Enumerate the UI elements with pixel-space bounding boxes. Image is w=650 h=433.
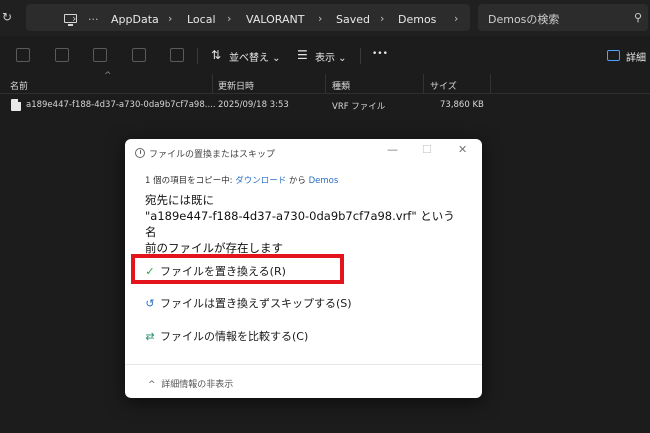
compare-file-option[interactable]: ⇄ ファイルの情報を比較する(C) xyxy=(143,328,308,344)
delete-icon[interactable] xyxy=(170,48,184,62)
column-divider[interactable] xyxy=(212,74,213,94)
share-icon[interactable] xyxy=(132,48,146,62)
sort-button[interactable]: 並べ替え ⌄ xyxy=(229,49,281,64)
column-divider[interactable] xyxy=(423,74,424,94)
copy-status: 1 個の項目をコピー中: ダウンロード から Demos xyxy=(145,174,338,186)
skip-option-label: ファイルは置き換えずスキップする(S) xyxy=(160,297,352,310)
view-button[interactable]: 表示 ⌄ xyxy=(315,49,347,64)
compare-icon: ⇄ xyxy=(145,330,155,343)
search-icon: ⚲ xyxy=(633,11,642,24)
chevron-right-icon: › xyxy=(72,12,77,25)
search-input[interactable]: Demosの検索 ⚲ xyxy=(478,4,648,31)
sort-label: 並べ替え xyxy=(229,53,269,64)
skip-file-option[interactable]: ↺ ファイルは置き換えずスキップする(S) xyxy=(143,295,352,311)
dialog-message: 宛先には既に "a189e447-f188-4d37-a730-0da9b7cf… xyxy=(145,192,465,256)
toolbar-divider xyxy=(360,48,361,64)
file-name: a189e447-f188-4d37-a730-0da9b7cf7a98.... xyxy=(26,100,216,110)
details-pane-button[interactable]: 詳細 xyxy=(626,49,646,64)
column-size[interactable]: サイズ xyxy=(430,79,457,92)
dialog-footer: ^ 詳細情報の非表示 xyxy=(125,364,482,398)
details-pane-icon[interactable] xyxy=(607,50,620,61)
details-toggle[interactable]: ^ 詳細情報の非表示 xyxy=(148,377,233,390)
chevron-up-icon: ^ xyxy=(148,380,156,390)
column-type[interactable]: 種類 xyxy=(332,79,350,92)
file-size: 73,860 KB xyxy=(440,100,484,110)
address-bar[interactable]: › ··· AppData › Local › VALORANT › Saved… xyxy=(26,4,470,31)
more-options-button[interactable]: ••• xyxy=(372,49,388,59)
breadcrumb-valorant[interactable]: VALORANT xyxy=(246,13,304,26)
refresh-icon[interactable]: ↻ xyxy=(2,10,12,24)
sort-ascending-icon: ^ xyxy=(104,71,112,81)
chevron-right-icon: › xyxy=(318,12,323,25)
chevron-right-icon: › xyxy=(168,12,173,25)
message-line: "a189e447-f188-4d37-a730-0da9b7cf7a98.vr… xyxy=(145,209,455,239)
sort-icon: ⇅ xyxy=(211,48,222,62)
toolbar-divider xyxy=(197,48,198,64)
close-button[interactable]: ✕ xyxy=(458,143,467,156)
column-divider[interactable] xyxy=(490,74,491,94)
copy-icon[interactable] xyxy=(16,48,30,62)
dialog-title-bar: ファイルの置換またはスキップ xyxy=(135,147,275,160)
minimize-button[interactable]: — xyxy=(387,143,398,156)
file-type: VRF ファイル xyxy=(332,102,386,112)
file-icon xyxy=(11,99,21,111)
breadcrumb-local[interactable]: Local xyxy=(187,13,216,26)
breadcrumb-appdata[interactable]: AppData xyxy=(111,13,159,26)
compare-option-label: ファイルの情報を比較する(C) xyxy=(160,330,309,343)
file-modified: 2025/09/18 3:53 xyxy=(218,100,289,110)
maximize-button: ☐ xyxy=(422,143,432,156)
paste-icon[interactable] xyxy=(55,48,69,62)
view-label: 表示 xyxy=(315,53,335,64)
highlight-box xyxy=(131,254,344,284)
search-placeholder: Demosの検索 xyxy=(488,13,560,26)
clock-icon xyxy=(135,148,145,158)
copy-prefix: 1 個の項目をコピー中: xyxy=(145,176,236,186)
copy-mid: から xyxy=(286,176,309,186)
dialog-title: ファイルの置換またはスキップ xyxy=(149,150,276,160)
details-toggle-label: 詳細情報の非表示 xyxy=(161,380,234,390)
rename-icon[interactable] xyxy=(93,48,107,62)
view-icon: ☰ xyxy=(297,48,308,62)
command-bar: ⇅ 並べ替え ⌄ ☰ 表示 ⌄ ••• 詳細 xyxy=(0,40,650,74)
copy-destination-link[interactable]: Demos xyxy=(309,176,339,186)
chevron-right-icon[interactable]: › xyxy=(454,12,458,25)
address-bar-row: ↻ › ··· AppData › Local › VALORANT › Sav… xyxy=(0,0,650,36)
file-list-item[interactable]: a189e447-f188-4d37-a730-0da9b7cf7a98....… xyxy=(0,97,650,115)
skip-arrow-icon: ↺ xyxy=(145,297,155,310)
column-header-row: ^ 名前 更新日時 種類 サイズ xyxy=(0,71,650,94)
breadcrumb-saved[interactable]: Saved xyxy=(336,13,370,26)
copy-source-link[interactable]: ダウンロード xyxy=(235,176,286,186)
message-line: 宛先には既に xyxy=(145,193,214,207)
column-modified[interactable]: 更新日時 xyxy=(218,79,254,92)
chevron-right-icon: › xyxy=(227,12,232,25)
breadcrumb-demos[interactable]: Demos xyxy=(398,13,436,26)
column-name[interactable]: 名前 xyxy=(10,79,28,92)
column-divider[interactable] xyxy=(325,74,326,94)
chevron-right-icon: › xyxy=(380,12,385,25)
overflow-icon[interactable]: ··· xyxy=(88,13,99,26)
